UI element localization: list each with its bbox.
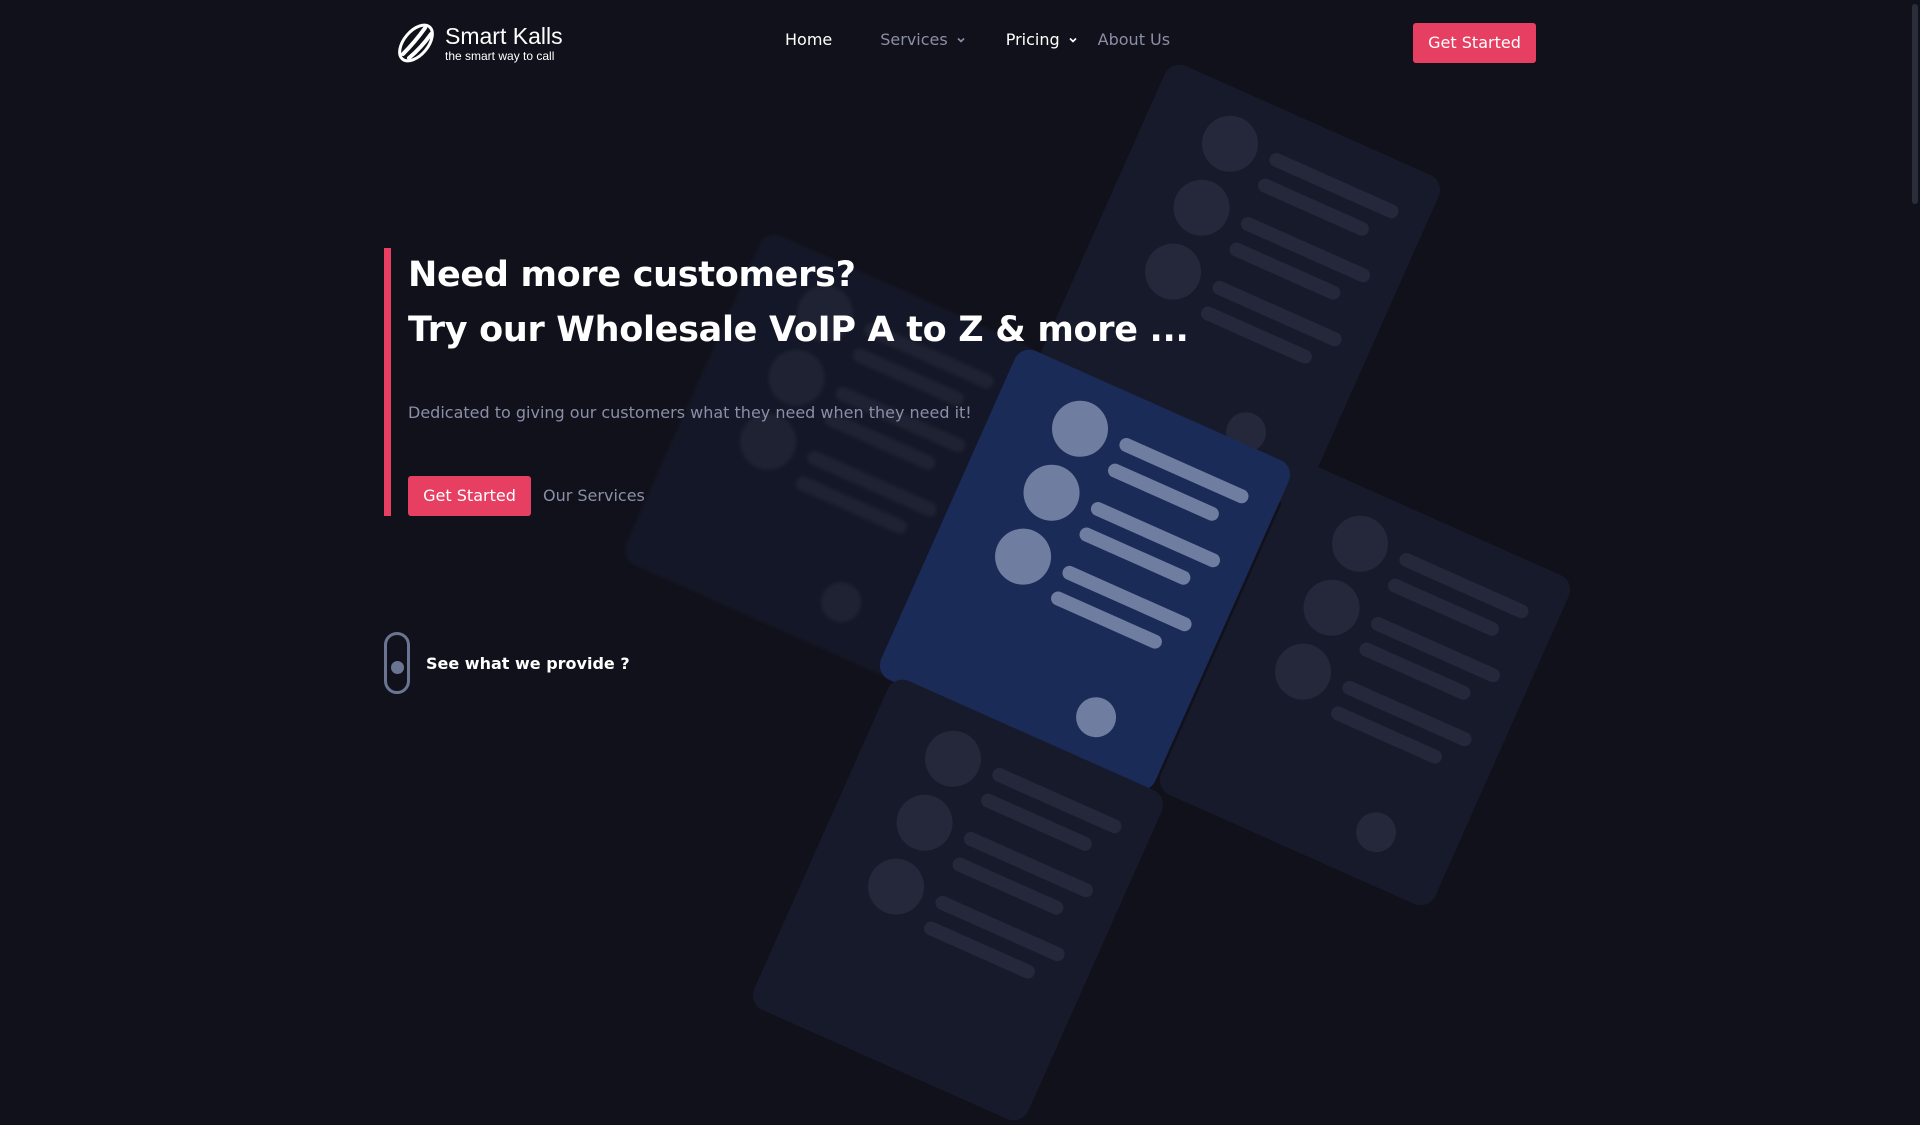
main-nav: Home Services Pricing About Us (785, 30, 1170, 49)
logo-text: Smart Kalls the smart way to call (445, 22, 563, 63)
site-header: Smart Kalls the smart way to call Home S… (0, 0, 1920, 84)
hero-illustration (0, 0, 1920, 1125)
scroll-hint-label: See what we provide ? (426, 653, 630, 673)
scroll-hint[interactable]: See what we provide ? (384, 632, 630, 694)
chevron-down-icon (1069, 37, 1077, 43)
illustration-card (1154, 459, 1576, 911)
nav-about-us[interactable]: About Us (1098, 30, 1170, 49)
nav-home[interactable]: Home (785, 30, 832, 49)
hero-get-started-button[interactable]: Get Started (408, 476, 531, 516)
nav-about-label: About Us (1097, 30, 1171, 49)
brand-name: Smart Kalls (445, 22, 563, 49)
mouse-scroll-dot (391, 661, 404, 674)
logo-mark-icon (398, 23, 434, 63)
header-get-started-button[interactable]: Get Started (1413, 23, 1536, 63)
hero-title-line-2: Try our Wholesale VoIP A to Z & more ... (408, 310, 1189, 350)
brand-tagline: the smart way to call (445, 48, 555, 63)
mouse-scroll-icon (384, 632, 410, 694)
nav-home-label: Home (785, 30, 833, 49)
hero-title: Need more customers? Try our Wholesale V… (408, 248, 1189, 358)
page-scrollbar[interactable] (1910, 0, 1918, 961)
nav-services[interactable]: Services (880, 30, 965, 49)
hero-subtitle: Dedicated to giving our customers what t… (408, 403, 972, 422)
chevron-down-icon (957, 37, 965, 43)
our-services-link[interactable]: Our Services (543, 476, 645, 516)
hero-title-line-1: Need more customers? (408, 255, 856, 295)
scrollbar-thumb[interactable] (1912, 4, 1918, 204)
nav-pricing[interactable]: Pricing (1006, 30, 1078, 49)
logo-link[interactable]: Smart Kalls the smart way to call (393, 20, 563, 66)
nav-services-label: Services (880, 30, 948, 49)
nav-pricing-label: Pricing (1005, 30, 1060, 49)
hero-accent-bar (384, 248, 391, 516)
illustration-card (747, 674, 1169, 1125)
